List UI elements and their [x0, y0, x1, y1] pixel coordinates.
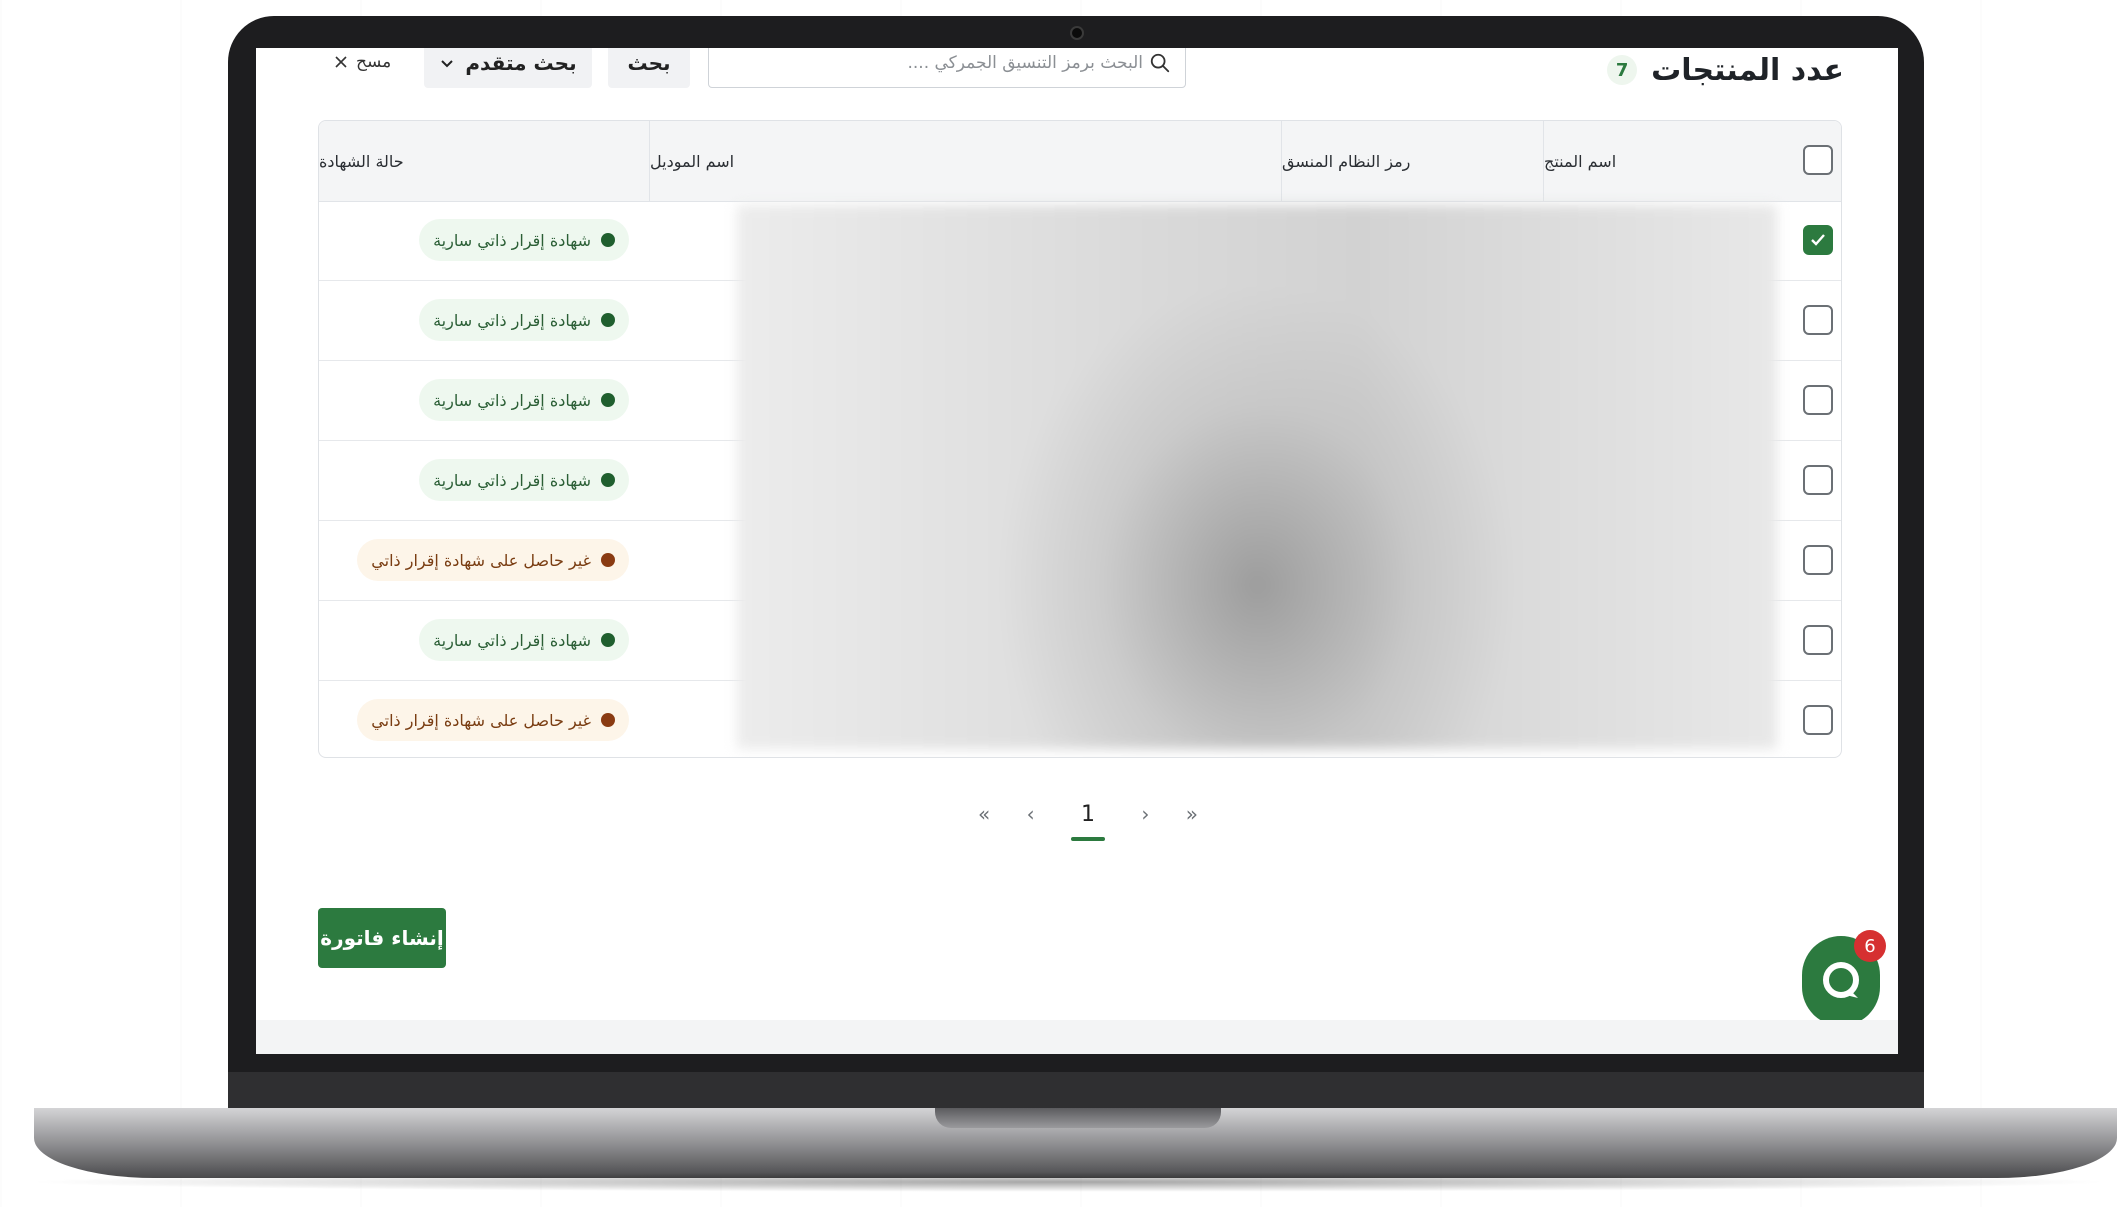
status-dot-icon — [601, 553, 615, 567]
status-dot-icon — [601, 713, 615, 727]
title-text: عدد المنتجات — [1651, 52, 1844, 88]
search-button[interactable]: بحث — [608, 48, 690, 88]
laptop-bezel — [228, 1072, 1924, 1112]
status-dot-icon — [601, 633, 615, 647]
search-input[interactable] — [741, 52, 1145, 74]
status-text: غير حاصل على شهادة إقرار ذاتي — [371, 710, 591, 730]
row-checkbox[interactable] — [1803, 385, 1833, 415]
status-text: شهادة إقرار ذاتي سارية — [433, 230, 591, 250]
status-badge: غير حاصل على شهادة إقرار ذاتي — [357, 539, 629, 581]
search-field[interactable] — [708, 48, 1186, 88]
status-badge: شهادة إقرار ذاتي سارية — [419, 299, 629, 341]
chevron-down-icon — [441, 60, 454, 68]
status-text: شهادة إقرار ذاتي سارية — [433, 470, 591, 490]
check-icon — [1811, 234, 1825, 246]
row-checkbox[interactable] — [1803, 465, 1833, 495]
status-badge: شهادة إقرار ذاتي سارية — [419, 379, 629, 421]
row-checkbox[interactable] — [1803, 625, 1833, 655]
clear-label: مسح — [356, 52, 392, 72]
status-badge: شهادة إقرار ذاتي سارية — [419, 219, 629, 261]
row-checkbox[interactable] — [1803, 225, 1833, 255]
close-icon — [335, 56, 347, 68]
table-header: اسم المنتج رمز النظام المنسق اسم الموديل… — [319, 121, 1841, 202]
column-header-hs-code[interactable]: رمز النظام المنسق — [1281, 121, 1543, 201]
next-page-button[interactable]: › — [1141, 802, 1149, 826]
status-text: غير حاصل على شهادة إقرار ذاتي — [371, 550, 591, 570]
column-header-product-name[interactable]: اسم المنتج — [1543, 121, 1797, 201]
column-header-certificate-status[interactable]: حالة الشهادة — [319, 121, 649, 201]
laptop-notch — [935, 1108, 1221, 1128]
row-checkbox[interactable] — [1803, 705, 1833, 735]
status-dot-icon — [601, 473, 615, 487]
create-invoice-button[interactable]: إنشاء فاتورة — [318, 908, 446, 968]
status-text: شهادة إقرار ذاتي سارية — [433, 390, 591, 410]
status-text: شهادة إقرار ذاتي سارية — [433, 310, 591, 330]
laptop-screen: عدد المنتجات 7 بحث بحث متقدم مسح اسم الم… — [256, 48, 1898, 1054]
product-count-badge: 7 — [1607, 55, 1638, 85]
advanced-search-button[interactable]: بحث متقدم — [424, 48, 592, 88]
first-page-button[interactable]: « — [978, 802, 990, 826]
search-icon — [1150, 53, 1170, 73]
advanced-search-label: بحث متقدم — [465, 51, 577, 75]
status-dot-icon — [601, 393, 615, 407]
select-all-checkbox[interactable] — [1803, 145, 1833, 175]
status-badge: غير حاصل على شهادة إقرار ذاتي — [357, 699, 629, 741]
clear-button[interactable]: مسح — [334, 48, 391, 76]
row-checkbox[interactable] — [1803, 545, 1833, 575]
chat-icon — [1823, 962, 1859, 998]
products-table: اسم المنتج رمز النظام المنسق اسم الموديل… — [318, 120, 1842, 758]
pagination: « ‹ 1 › » — [978, 792, 1198, 841]
prev-page-button[interactable]: ‹ — [1027, 802, 1035, 826]
status-dot-icon — [601, 313, 615, 327]
status-badge: شهادة إقرار ذاتي سارية — [419, 459, 629, 501]
redacted-content — [737, 205, 1777, 749]
laptop-shadow — [20, 1172, 2117, 1192]
status-badge: شهادة إقرار ذاتي سارية — [419, 619, 629, 661]
screen-bottom-strip — [256, 1020, 1898, 1054]
status-dot-icon — [601, 233, 615, 247]
last-page-button[interactable]: » — [1186, 802, 1198, 826]
column-header-model-name[interactable]: اسم الموديل — [649, 121, 1281, 201]
notification-badge: 6 — [1854, 930, 1886, 962]
status-text: شهادة إقرار ذاتي سارية — [433, 630, 591, 650]
row-checkbox[interactable] — [1803, 305, 1833, 335]
page-title: عدد المنتجات 7 — [1607, 48, 1844, 92]
current-page[interactable]: 1 — [1071, 802, 1105, 841]
camera-icon — [1070, 26, 1084, 40]
